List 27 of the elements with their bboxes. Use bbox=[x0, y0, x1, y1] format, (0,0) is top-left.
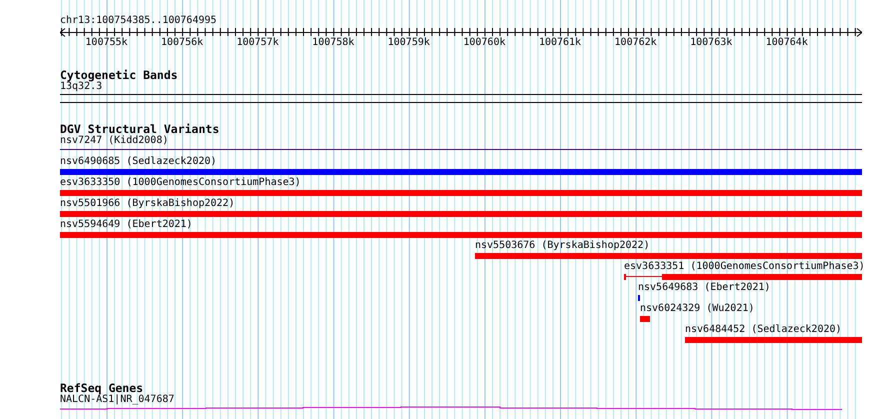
ruler-tick-label: 100763k bbox=[690, 37, 732, 49]
ruler-tick-label: 100758k bbox=[312, 37, 354, 49]
gene-label: NALCN-AS1|NR_047687 bbox=[60, 394, 174, 406]
variant-label: esv3633351 (1000GenomesConsortiumPhase3) bbox=[624, 261, 865, 273]
ruler-title: chr13:100754385..100764995 bbox=[60, 15, 217, 27]
ruler-tick-label: 100759k bbox=[388, 37, 430, 49]
ruler-tick-label: 100761k bbox=[538, 37, 582, 49]
ruler-tick-label: 100757k bbox=[236, 37, 279, 49]
variant-gap-line bbox=[626, 276, 662, 277]
track-title: RefSeq Genes bbox=[60, 382, 144, 394]
ruler-tick-label: 100764k bbox=[766, 37, 808, 49]
variant-label: nsv5503676 (ByrskaBishop2022) bbox=[475, 240, 650, 252]
variant-label: nsv6024329 (Wu2021) bbox=[640, 303, 754, 315]
ruler-tick-label: 100762k bbox=[614, 37, 657, 49]
variant-label: nsv5594649 (Ebert2021) bbox=[60, 219, 192, 231]
variant-label: nsv7247 (Kidd2008) bbox=[60, 135, 168, 147]
ruler-tick-label: 100756k bbox=[160, 37, 204, 49]
ruler-tick-label: 100755k bbox=[85, 37, 128, 49]
track-title: Cytogenetic Bands bbox=[60, 69, 178, 81]
variant-label: nsv6484452 (Sedlazeck2020) bbox=[685, 324, 842, 336]
variant-label: nsv6490685 (Sedlazeck2020) bbox=[60, 156, 217, 168]
variant-label: esv3633350 (1000GenomesConsortiumPhase3) bbox=[60, 177, 301, 189]
band-label: 13q32.3 bbox=[60, 81, 102, 93]
track-title: DGV Structural Variants bbox=[60, 123, 220, 135]
variant-label: nsv5501966 (ByrskaBishop2022) bbox=[60, 198, 235, 210]
variant-label: nsv5649683 (Ebert2021) bbox=[638, 282, 770, 294]
ruler-tick-label: 100760k bbox=[463, 37, 506, 49]
